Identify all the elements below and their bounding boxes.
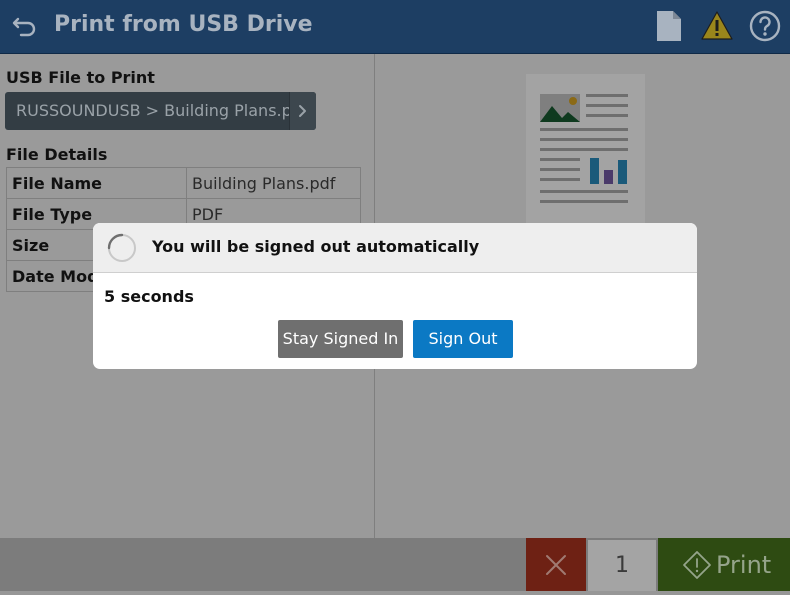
page-title: Print from USB Drive [54,12,313,37]
close-icon [546,555,566,575]
usb-file-label: USB File to Print [6,68,155,87]
help-button[interactable] [748,9,782,43]
dialog-title: You will be signed out automatically [152,237,480,256]
document-thumbnail-icon [540,94,628,203]
help-icon [749,10,781,42]
countdown-text: 5 seconds [104,287,194,306]
stay-signed-in-button[interactable]: Stay Signed In [278,320,403,358]
document-icon [657,11,681,41]
start-diamond-icon [683,551,711,579]
sign-out-button[interactable]: Sign Out [413,320,513,358]
chevron-right-icon [299,105,306,117]
table-row: File Name Building Plans.pdf [6,167,361,199]
file-details-label: File Details [6,145,108,164]
detail-value: Building Plans.pdf [186,167,361,199]
file-path-selector[interactable]: RUSSOUNDUSB > Building Plans.pdf [5,92,316,130]
document-button[interactable] [652,9,686,43]
file-path-chevron[interactable] [289,92,316,130]
auto-signout-dialog: You will be signed out automatically 5 s… [93,223,697,369]
file-path-text: RUSSOUNDUSB > Building Plans.pdf [16,101,308,120]
print-button-label: Print [716,551,772,579]
detail-key: File Name [6,167,187,199]
print-button[interactable]: Print [658,538,790,591]
warning-button[interactable] [700,9,734,43]
dialog-header: You will be signed out automatically [93,223,697,273]
document-preview-thumbnail[interactable] [526,74,645,234]
copies-count-field[interactable]: 1 [588,540,656,591]
warning-icon [701,11,733,40]
back-arrow-icon [12,17,36,37]
spinner-icon [107,233,136,262]
cancel-button[interactable] [526,538,586,591]
header-bar: Print from USB Drive [0,0,790,54]
back-button[interactable] [10,10,42,42]
